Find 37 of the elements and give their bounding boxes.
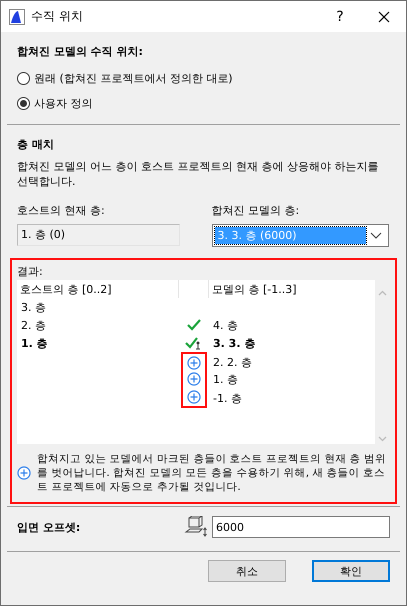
check-anchor-icon (185, 336, 203, 350)
model-story: -1. 층 (212, 390, 243, 406)
field-label: 합쳐진 모델의 층: (212, 203, 300, 218)
column-header: 모델의 층 [-1..3] (211, 282, 298, 298)
cancel-button[interactable]: 취소 (208, 560, 286, 582)
readonly-field: 1. 층 (0) (17, 224, 180, 246)
add-icon (187, 372, 201, 386)
ok-button[interactable]: 확인 (312, 560, 390, 582)
host-story: 1. 층 (20, 336, 49, 350)
description-text: 합쳐진 모델의 어느 층이 호스트 프로젝트의 현재 층에 상응해야 하는지를 선택합니다. (17, 159, 380, 189)
radio-button[interactable] (17, 97, 30, 110)
radio-label[interactable]: 원래 (합쳐진 프로젝트에서 정의한 대로) (34, 71, 233, 86)
radio-button[interactable] (17, 72, 30, 85)
help-button[interactable]: ? (318, 1, 362, 32)
add-icon (187, 356, 201, 370)
close-icon (378, 10, 390, 22)
radio-label[interactable]: 사용자 정의 (34, 96, 92, 111)
offset-input[interactable]: 6000 (212, 516, 390, 538)
app-logo-icon (9, 8, 25, 24)
field-label: 호스트의 현재 층: (17, 203, 106, 218)
host-story: 2. 층 (20, 318, 47, 332)
field-label: 입면 오프셋: (17, 520, 82, 534)
elevation-offset-icon (184, 516, 208, 538)
model-story: 1. 층 (212, 372, 239, 386)
note-text: 합쳐지고 있는 모델에서 마크된 층들이 호스트 프로젝트의 현재 층 범위를 벗어납니다. 합쳐진 모델의 모든 층을 수용하기 위해, 새 층들이 호스트 프로젝트에 자동으로 추가될 것입니다. (37, 452, 388, 494)
section-heading: 층 매치 (17, 137, 55, 152)
model-story: 3. 3. 층 (212, 336, 256, 350)
section-heading: 합쳐진 모델의 수직 위치: (17, 44, 144, 59)
host-story: 3. 층 (20, 300, 47, 314)
check-icon (187, 319, 201, 331)
window-title: 수직 위치 (31, 8, 84, 25)
result-label: 결과: (17, 264, 44, 279)
add-icon (17, 466, 31, 480)
add-icon (187, 390, 201, 404)
model-story: 2. 2. 층 (212, 354, 253, 370)
column-header: 호스트의 층 [0..2] (17, 280, 179, 298)
model-story: 4. 층 (212, 318, 239, 332)
